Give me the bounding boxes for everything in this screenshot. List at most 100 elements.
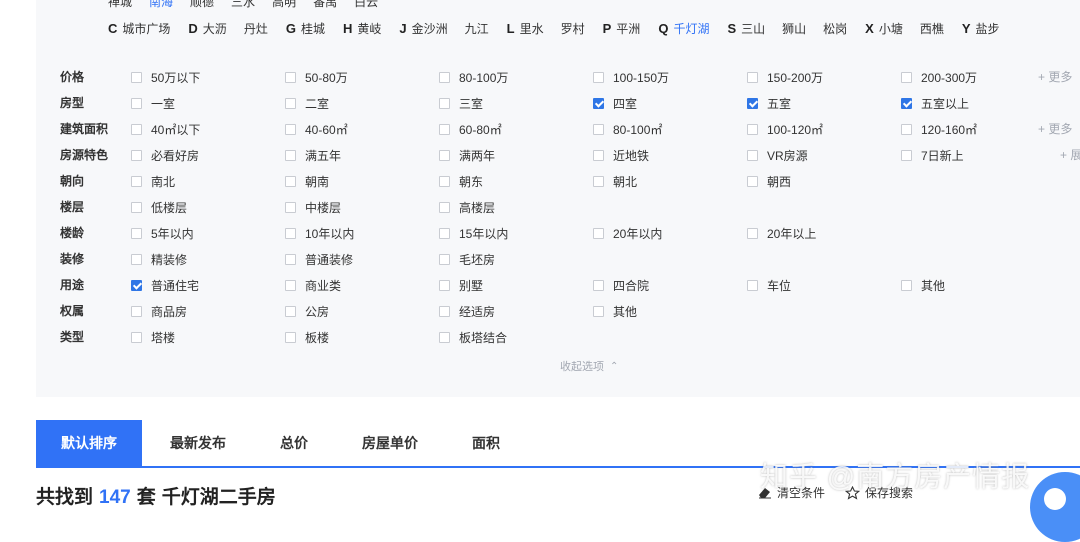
filter-option[interactable]: 五室以上 bbox=[901, 93, 969, 113]
filter-option[interactable]: 公房 bbox=[285, 301, 329, 321]
filter-option[interactable]: 40-60㎡ bbox=[285, 119, 348, 139]
checkbox[interactable] bbox=[285, 331, 296, 343]
checkbox[interactable] bbox=[285, 253, 296, 265]
more-options-link[interactable]: + 展 bbox=[1060, 145, 1080, 165]
filter-option[interactable]: 80-100㎡ bbox=[593, 119, 662, 139]
checkbox[interactable] bbox=[131, 71, 142, 83]
filter-option[interactable]: 必看好房 bbox=[131, 145, 199, 165]
filter-option[interactable]: 板楼 bbox=[285, 327, 329, 347]
filter-option[interactable]: 商品房 bbox=[131, 301, 187, 321]
more-options-link[interactable]: + 更多 bbox=[1038, 119, 1072, 139]
area-item[interactable]: 三山 bbox=[741, 20, 765, 37]
checkbox[interactable] bbox=[439, 97, 450, 109]
filter-option[interactable]: 车位 bbox=[747, 275, 791, 295]
checkbox[interactable] bbox=[285, 123, 296, 135]
area-item[interactable]: 千灯湖 bbox=[673, 20, 709, 37]
checkbox[interactable] bbox=[285, 97, 296, 109]
checkbox[interactable] bbox=[285, 279, 296, 291]
area-item[interactable]: 城市广场 bbox=[122, 20, 170, 37]
checkbox[interactable] bbox=[901, 123, 912, 135]
filter-option[interactable]: 塔楼 bbox=[131, 327, 175, 347]
filter-option[interactable]: 四室 bbox=[593, 93, 637, 113]
checkbox[interactable] bbox=[593, 279, 604, 291]
area-item[interactable]: 南海 bbox=[149, 0, 173, 10]
area-item[interactable]: 三水 bbox=[231, 0, 255, 10]
area-item[interactable]: 九江 bbox=[465, 20, 489, 37]
checkbox[interactable] bbox=[285, 71, 296, 83]
more-options-link[interactable]: + 更多 bbox=[1038, 67, 1072, 87]
checkbox[interactable] bbox=[439, 279, 450, 291]
area-item[interactable]: 禅城 bbox=[108, 0, 132, 10]
checkbox[interactable] bbox=[747, 175, 758, 187]
filter-option[interactable]: 50-80万 bbox=[285, 67, 348, 87]
sort-tab[interactable]: 房屋单价 bbox=[362, 420, 418, 466]
area-item[interactable]: 松岗 bbox=[823, 20, 847, 37]
filter-option[interactable]: 其他 bbox=[593, 301, 637, 321]
filter-option[interactable]: VR房源 bbox=[747, 145, 808, 165]
checkbox[interactable] bbox=[901, 71, 912, 83]
checkbox[interactable] bbox=[747, 279, 758, 291]
checkbox[interactable] bbox=[439, 123, 450, 135]
filter-option[interactable]: 商业类 bbox=[285, 275, 341, 295]
area-item[interactable]: 西樵 bbox=[920, 20, 944, 37]
filter-option[interactable]: 南北 bbox=[131, 171, 175, 191]
filter-option[interactable]: 五室 bbox=[747, 93, 791, 113]
filter-option[interactable]: 80-100万 bbox=[439, 67, 508, 87]
checkbox[interactable] bbox=[439, 149, 450, 161]
checkbox[interactable] bbox=[439, 305, 450, 317]
checkbox[interactable] bbox=[593, 123, 604, 135]
area-item[interactable]: 桂城 bbox=[301, 20, 325, 37]
area-item[interactable]: 高明 bbox=[272, 0, 296, 10]
checkbox[interactable] bbox=[439, 175, 450, 187]
checkbox[interactable] bbox=[131, 253, 142, 265]
checkbox[interactable] bbox=[593, 227, 604, 239]
filter-option[interactable]: 朝西 bbox=[747, 171, 791, 191]
area-item[interactable]: 丹灶 bbox=[244, 20, 268, 37]
filter-option[interactable]: 毛坯房 bbox=[439, 249, 495, 269]
checkbox[interactable] bbox=[747, 71, 758, 83]
area-item[interactable]: 金沙洲 bbox=[412, 20, 448, 37]
filter-option[interactable]: 20年以内 bbox=[593, 223, 662, 243]
checkbox[interactable] bbox=[439, 71, 450, 83]
sort-tab[interactable]: 默认排序 bbox=[36, 420, 142, 466]
checkbox[interactable] bbox=[593, 175, 604, 187]
floating-chat-button[interactable] bbox=[1030, 472, 1080, 542]
area-item[interactable]: 盐步 bbox=[976, 20, 1000, 37]
area-item[interactable]: 罗村 bbox=[561, 20, 585, 37]
checkbox[interactable] bbox=[131, 97, 142, 109]
filter-option[interactable]: 低楼层 bbox=[131, 197, 187, 217]
filter-option[interactable]: 朝南 bbox=[285, 171, 329, 191]
checkbox[interactable] bbox=[439, 253, 450, 265]
checkbox[interactable] bbox=[593, 149, 604, 161]
area-item[interactable]: 番禺 bbox=[313, 0, 337, 10]
checkbox[interactable] bbox=[901, 97, 912, 109]
filter-option[interactable]: 100-150万 bbox=[593, 67, 669, 87]
checkbox[interactable] bbox=[747, 123, 758, 135]
area-item[interactable]: 狮山 bbox=[782, 20, 806, 37]
checkbox[interactable] bbox=[131, 305, 142, 317]
filter-option[interactable]: 高楼层 bbox=[439, 197, 495, 217]
filter-option[interactable]: 5年以内 bbox=[131, 223, 194, 243]
filter-option[interactable]: 一室 bbox=[131, 93, 175, 113]
checkbox[interactable] bbox=[747, 227, 758, 239]
checkbox[interactable] bbox=[131, 123, 142, 135]
checkbox[interactable] bbox=[131, 279, 142, 291]
sort-tab[interactable]: 总价 bbox=[280, 420, 308, 466]
checkbox[interactable] bbox=[593, 305, 604, 317]
checkbox[interactable] bbox=[131, 201, 142, 213]
collapse-options-button[interactable]: 收起选项 ⌃ bbox=[560, 358, 618, 374]
filter-option[interactable]: 50万以下 bbox=[131, 67, 200, 87]
checkbox[interactable] bbox=[747, 97, 758, 109]
area-item[interactable]: 顺德 bbox=[190, 0, 214, 10]
area-item[interactable]: 大沥 bbox=[203, 20, 227, 37]
checkbox[interactable] bbox=[593, 71, 604, 83]
filter-option[interactable]: 普通装修 bbox=[285, 249, 353, 269]
filter-option[interactable]: 朝北 bbox=[593, 171, 637, 191]
sort-tab[interactable]: 最新发布 bbox=[170, 420, 226, 466]
checkbox[interactable] bbox=[131, 331, 142, 343]
checkbox[interactable] bbox=[901, 149, 912, 161]
filter-option[interactable]: 四合院 bbox=[593, 275, 649, 295]
checkbox[interactable] bbox=[747, 149, 758, 161]
filter-option[interactable]: 20年以上 bbox=[747, 223, 816, 243]
area-item[interactable]: 黄岐 bbox=[357, 20, 381, 37]
